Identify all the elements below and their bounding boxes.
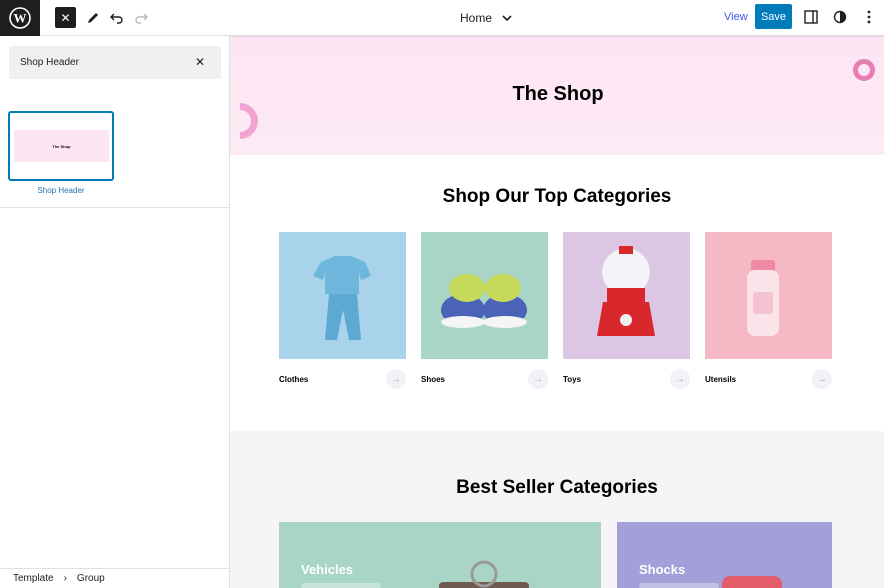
best-seller-subtext-placeholder bbox=[639, 583, 719, 588]
pattern-search-input[interactable]: Shop Header ✕ bbox=[9, 46, 221, 79]
best-seller-subtext-placeholder bbox=[301, 583, 381, 588]
pattern-sidebar: Shop Header ✕ The Shop Shop Header Templ… bbox=[0, 36, 230, 588]
pen-icon[interactable] bbox=[84, 4, 102, 32]
pattern-preview: The Shop bbox=[14, 130, 109, 162]
sidebar-toggle-icon[interactable] bbox=[802, 8, 820, 26]
pattern-preview-title: The Shop bbox=[52, 143, 71, 149]
options-menu-icon[interactable] bbox=[860, 8, 878, 26]
wordpress-logo-icon[interactable]: W bbox=[0, 0, 40, 36]
category-image-utensils[interactable] bbox=[705, 232, 832, 359]
chevron-down-icon bbox=[502, 15, 512, 22]
category-image-toys[interactable] bbox=[563, 232, 690, 359]
arrow-right-icon[interactable]: → bbox=[812, 369, 832, 389]
best-seller-card-vehicles[interactable]: Vehicles bbox=[279, 522, 601, 588]
document-title: Home bbox=[460, 11, 493, 25]
editor-canvas[interactable]: The Shop Shop Our Top Categories Clothes… bbox=[230, 36, 884, 588]
svg-text:W: W bbox=[14, 11, 27, 26]
best-seller-name-shocks[interactable]: Shocks bbox=[639, 562, 685, 577]
category-image-clothes[interactable] bbox=[279, 232, 406, 359]
divider bbox=[0, 207, 229, 208]
category-name-utensils[interactable]: Utensils bbox=[705, 375, 736, 384]
arrow-right-icon[interactable]: → bbox=[528, 369, 548, 389]
shop-header-block[interactable]: The Shop bbox=[230, 36, 884, 155]
editor-toolbar: W ✕ Home View Save bbox=[0, 0, 884, 36]
close-icon[interactable]: ✕ bbox=[55, 7, 76, 28]
best-seller-card-shocks[interactable]: Shocks bbox=[617, 522, 832, 588]
view-button[interactable]: View bbox=[724, 11, 748, 23]
decorative-ring-icon bbox=[853, 59, 875, 81]
breadcrumb-item-template[interactable]: Template bbox=[13, 573, 54, 584]
category-name-clothes[interactable]: Clothes bbox=[279, 375, 308, 384]
breadcrumb-item-group[interactable]: Group bbox=[77, 573, 105, 584]
breadcrumb: Template › Group bbox=[0, 568, 229, 588]
arrow-right-icon[interactable]: → bbox=[386, 369, 406, 389]
chevron-right-icon: › bbox=[63, 573, 67, 584]
save-button[interactable]: Save bbox=[755, 4, 792, 29]
category-name-shoes[interactable]: Shoes bbox=[421, 375, 445, 384]
undo-icon[interactable] bbox=[108, 4, 126, 32]
arrow-right-icon[interactable]: → bbox=[670, 369, 690, 389]
redo-icon[interactable] bbox=[132, 4, 150, 32]
styles-icon[interactable] bbox=[831, 8, 849, 26]
best-seller-name-vehicles[interactable]: Vehicles bbox=[301, 562, 353, 577]
category-image-shoes[interactable] bbox=[421, 232, 548, 359]
top-categories-title[interactable]: Shop Our Top Categories bbox=[230, 186, 884, 208]
clear-search-icon[interactable]: ✕ bbox=[195, 55, 205, 69]
document-title-dropdown[interactable]: Home bbox=[460, 10, 512, 26]
pattern-label[interactable]: Shop Header bbox=[8, 186, 114, 195]
pattern-preview-card[interactable]: The Shop bbox=[8, 111, 114, 181]
best-seller-title[interactable]: Best Seller Categories bbox=[230, 477, 884, 499]
hero-title[interactable]: The Shop bbox=[230, 83, 884, 106]
category-name-toys[interactable]: Toys bbox=[563, 375, 581, 384]
search-value: Shop Header bbox=[20, 57, 79, 68]
